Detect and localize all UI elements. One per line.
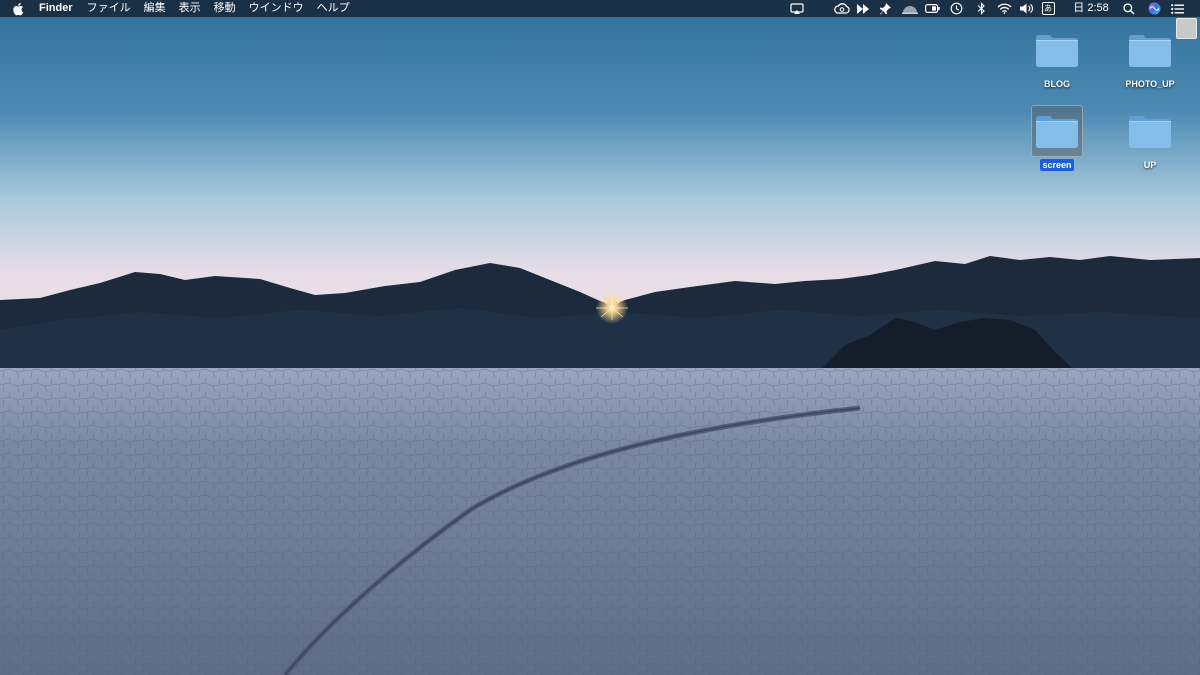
menu-bar-status-area: あ 日 2:58 xyxy=(780,0,1200,17)
bluetooth-icon[interactable] xyxy=(975,0,987,17)
menu-bar-left: Finder ファイル 編集 表示 移動 ウインドウ ヘルプ xyxy=(13,0,363,17)
spotlight-icon[interactable] xyxy=(1122,0,1136,17)
wallpaper xyxy=(0,0,1200,675)
desktop-folder-photo-up[interactable]: PHOTO_UP xyxy=(1112,24,1188,90)
menu-bar: Finder ファイル 編集 表示 移動 ウインドウ ヘルプ あ 日 2:58 xyxy=(0,0,1200,17)
folder-icon xyxy=(1124,105,1176,157)
desktop-icon-label: screen xyxy=(1040,159,1074,171)
menu-edit[interactable]: 編集 xyxy=(144,0,166,17)
menu-go[interactable]: 移動 xyxy=(214,0,236,17)
desktop-icon-label: BLOG xyxy=(1044,79,1070,89)
notification-center-icon[interactable] xyxy=(1169,0,1185,17)
desktop-icon-label: UP xyxy=(1143,160,1157,170)
creative-cloud-icon[interactable] xyxy=(833,0,851,17)
menu-clock[interactable]: 日 2:58 xyxy=(1071,0,1111,17)
menu-help[interactable]: ヘルプ xyxy=(317,0,350,17)
desktop-folder-up[interactable]: UP xyxy=(1112,105,1188,171)
airplay-icon[interactable] xyxy=(789,0,805,17)
input-method-label: あ xyxy=(1041,2,1055,15)
fast-forward-icon[interactable] xyxy=(856,0,870,17)
volume-icon[interactable] xyxy=(1019,0,1035,17)
menu-window[interactable]: ウインドウ xyxy=(249,0,304,17)
apple-menu-icon[interactable] xyxy=(13,2,25,16)
time-machine-icon[interactable] xyxy=(949,0,963,17)
cloud-app-icon[interactable] xyxy=(901,0,919,17)
input-method-icon[interactable]: あ xyxy=(1040,0,1056,17)
pin-icon[interactable] xyxy=(878,0,892,17)
desktop-icon-label: PHOTO_UP xyxy=(1125,79,1175,89)
wifi-icon[interactable] xyxy=(996,0,1012,17)
menu-view[interactable]: 表示 xyxy=(179,0,201,17)
menu-app-name[interactable]: Finder xyxy=(39,0,73,17)
siri-icon[interactable] xyxy=(1146,0,1162,17)
folder-icon xyxy=(1031,105,1083,157)
desktop[interactable]: Finder ファイル 編集 表示 移動 ウインドウ ヘルプ あ 日 2:58 … xyxy=(0,0,1200,675)
folder-icon xyxy=(1031,24,1083,76)
menu-file[interactable]: ファイル xyxy=(87,0,131,17)
folder-icon xyxy=(1124,24,1176,76)
desktop-folder-blog[interactable]: BLOG xyxy=(1019,24,1095,90)
battery-icon[interactable] xyxy=(924,0,940,17)
desktop-folder-screen[interactable]: screen xyxy=(1019,105,1095,171)
